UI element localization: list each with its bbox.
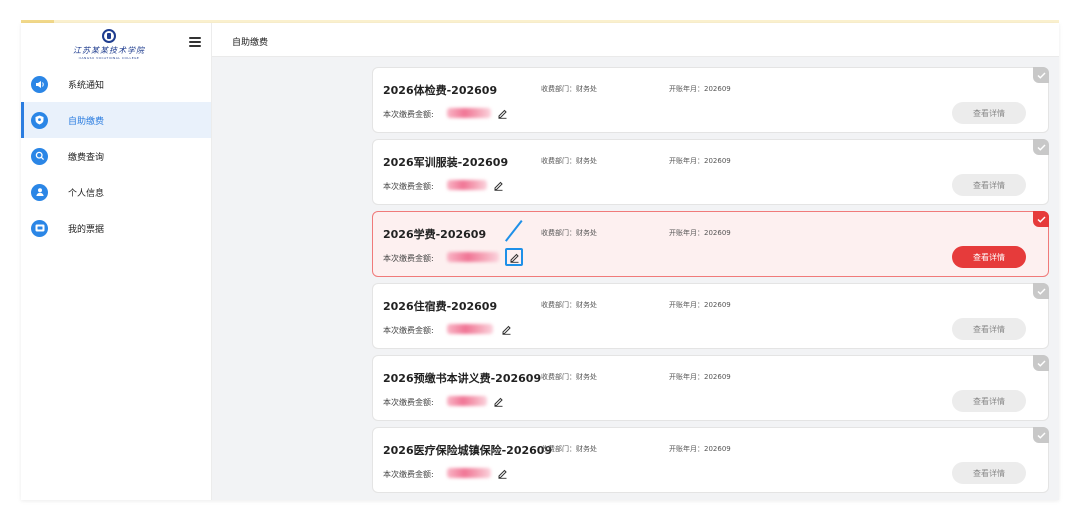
fee-billing-period: 开账年月：202609 (669, 229, 731, 237)
view-details-button[interactable]: 查看详情 (952, 102, 1026, 124)
fee-title: 2026住宿费-202609 (383, 300, 498, 313)
fee-amount-label: 本次缴费金额: (383, 182, 434, 191)
checkbox-check-icon[interactable] (1033, 355, 1049, 371)
sidebar-item-label: 个人信息 (68, 188, 105, 199)
fee-department: 收费部门：财务处 (541, 301, 597, 309)
fee-department: 收费部门：财务处 (541, 85, 597, 93)
fee-billing-period: 开账年月：202609 (669, 445, 731, 453)
search-icon (31, 147, 48, 165)
college-emblem-icon (102, 29, 116, 43)
fee-department: 收费部门：财务处 (541, 445, 597, 453)
checkbox-check-icon[interactable] (1033, 283, 1049, 299)
fee-card-list: 2026体检费-202609 收费部门：财务处 开账年月：202609 本次缴费… (372, 67, 1049, 499)
sidebar-item-personal-info[interactable]: 个人信息 (21, 174, 211, 210)
fee-card[interactable]: 2026预缴书本讲义费-202609 收费部门：财务处 开账年月：202609 … (372, 355, 1049, 421)
checkbox-check-icon[interactable] (1033, 139, 1049, 155)
breadcrumb: 自助缴费 (232, 38, 269, 48)
fee-amount-redacted (447, 396, 487, 406)
fee-card[interactable]: 2026体检费-202609 收费部门：财务处 开账年月：202609 本次缴费… (372, 67, 1049, 133)
edit-pencil-icon[interactable] (491, 394, 505, 408)
view-details-button[interactable]: 查看详情 (952, 390, 1026, 412)
sidebar-nav: 系统通知 自助缴费 缴费查询 个人信息 我的票据 (21, 66, 211, 246)
sidebar-item-notifications[interactable]: 系统通知 (21, 66, 211, 102)
fee-title: 2026医疗保险城镇保险-202609 (383, 444, 553, 457)
checkbox-check-icon[interactable] (1033, 211, 1049, 227)
sidebar: 江苏某某技术学院 JIANGSU VOCATIONAL COLLEGE 系统通知… (21, 23, 212, 500)
sidebar-item-label: 我的票据 (68, 224, 105, 235)
shield-icon (31, 111, 48, 129)
fee-title: 2026学费-202609 (383, 228, 487, 241)
breadcrumb-bar: 自助缴费 (212, 23, 1059, 57)
sidebar-item-label: 缴费查询 (68, 152, 105, 163)
fee-department: 收费部门：财务处 (541, 373, 597, 381)
user-icon (31, 183, 48, 201)
fee-card[interactable]: 2026医疗保险城镇保险-202609 收费部门：财务处 开账年月：202609… (372, 427, 1049, 493)
checkbox-check-icon[interactable] (1033, 427, 1049, 443)
fee-amount-redacted (447, 108, 491, 118)
fee-amount-redacted (447, 180, 487, 190)
fee-amount-redacted (447, 468, 491, 478)
fee-amount-label: 本次缴费金额: (383, 326, 434, 335)
fee-billing-period: 开账年月：202609 (669, 301, 731, 309)
sidebar-item-label: 系统通知 (68, 80, 105, 91)
fee-title: 2026体检费-202609 (383, 84, 498, 97)
ticket-icon (31, 219, 48, 237)
fee-amount-label: 本次缴费金额: (383, 470, 434, 479)
edit-pencil-icon[interactable] (491, 178, 505, 192)
view-details-button[interactable]: 查看详情 (952, 246, 1026, 268)
main-content: 自助缴费 2026体检费-202609 收费部门：财务处 开账年月：202609… (212, 23, 1059, 500)
sidebar-item-self-payment[interactable]: 自助缴费 (21, 102, 211, 138)
fee-department: 收费部门：财务处 (541, 157, 597, 165)
logo-text: 江苏某某技术学院 (73, 46, 145, 55)
fee-amount-redacted (447, 252, 499, 262)
fee-amount-label: 本次缴费金额: (383, 110, 434, 119)
view-details-button[interactable]: 查看详情 (952, 174, 1026, 196)
menu-toggle-icon[interactable] (189, 37, 201, 47)
fee-title: 2026预缴书本讲义费-202609 (383, 372, 542, 385)
app-window: 江苏某某技术学院 JIANGSU VOCATIONAL COLLEGE 系统通知… (21, 23, 1059, 500)
edit-pencil-icon[interactable] (499, 322, 513, 336)
edit-pencil-icon[interactable] (505, 248, 523, 266)
annotation-arrow (504, 220, 523, 242)
speaker-icon (31, 75, 48, 93)
view-details-button[interactable]: 查看详情 (952, 318, 1026, 340)
view-details-button[interactable]: 查看详情 (952, 462, 1026, 484)
fee-billing-period: 开账年月：202609 (669, 157, 731, 165)
logo-subtext: JIANGSU VOCATIONAL COLLEGE (78, 56, 140, 59)
fee-title: 2026军训服装-202609 (383, 156, 509, 169)
fee-card[interactable]: 2026住宿费-202609 收费部门：财务处 开账年月：202609 本次缴费… (372, 283, 1049, 349)
fee-card-selected[interactable]: 2026学费-202609 收费部门：财务处 开账年月：202609 本次缴费金… (372, 211, 1049, 277)
checkbox-check-icon[interactable] (1033, 67, 1049, 83)
fee-department: 收费部门：财务处 (541, 229, 597, 237)
sidebar-item-payment-query[interactable]: 缴费查询 (21, 138, 211, 174)
fee-amount-label: 本次缴费金额: (383, 398, 434, 407)
college-logo: 江苏某某技术学院 JIANGSU VOCATIONAL COLLEGE (73, 29, 145, 61)
fee-amount-label: 本次缴费金额: (383, 254, 434, 263)
fee-amount-redacted (447, 324, 493, 334)
sidebar-item-label: 自助缴费 (68, 116, 105, 127)
edit-pencil-icon[interactable] (495, 106, 509, 120)
fee-billing-period: 开账年月：202609 (669, 373, 731, 381)
sidebar-item-my-receipts[interactable]: 我的票据 (21, 210, 211, 246)
fee-billing-period: 开账年月：202609 (669, 85, 731, 93)
fee-card[interactable]: 2026军训服装-202609 收费部门：财务处 开账年月：202609 本次缴… (372, 139, 1049, 205)
edit-pencil-icon[interactable] (495, 466, 509, 480)
